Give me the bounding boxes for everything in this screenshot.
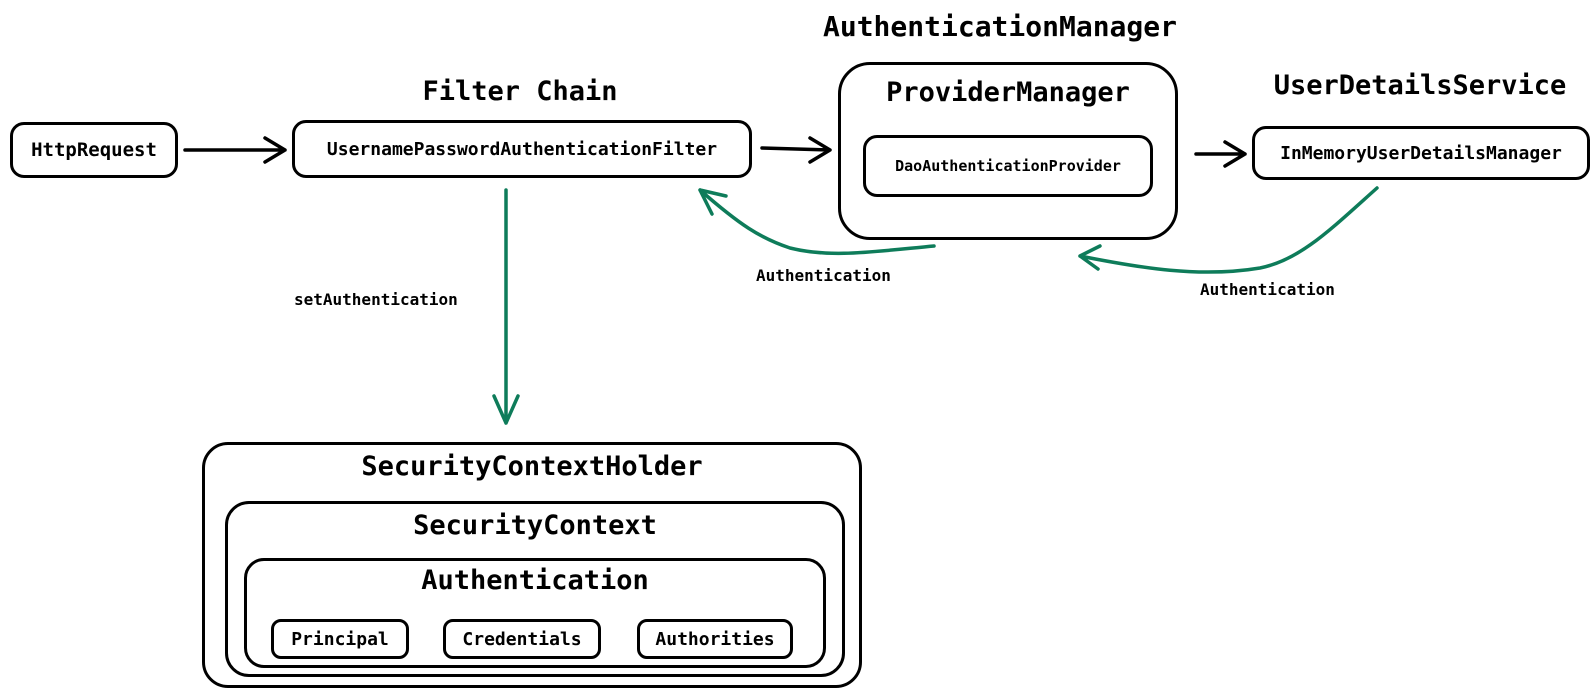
credentials-label: Credentials	[462, 628, 582, 650]
filter-label: UsernamePasswordAuthenticationFilter	[326, 138, 718, 160]
filter-chain-title: Filter Chain	[422, 76, 618, 107]
arrow-set-authentication	[492, 188, 520, 425]
user-details-service-title: UserDetailsService	[1273, 70, 1567, 101]
security-context-label: SecurityContext	[413, 510, 657, 541]
authentication-node: Authentication Principal Credentials Aut…	[244, 558, 826, 668]
arrow-request-to-filter	[183, 136, 287, 164]
credentials-node: Credentials	[443, 619, 601, 659]
in-memory-manager-node: InMemoryUserDetailsManager	[1252, 126, 1590, 180]
authorities-node: Authorities	[637, 619, 793, 659]
in-memory-manager-label: InMemoryUserDetailsManager	[1280, 142, 1562, 164]
auth-return-label-2: Authentication	[1200, 280, 1335, 299]
authentication-label: Authentication	[421, 565, 649, 596]
security-context-node: SecurityContext Authentication Principal…	[225, 501, 845, 677]
dao-provider-label: DaoAuthenticationProvider	[895, 157, 1121, 175]
principal-node: Principal	[271, 619, 409, 659]
dao-provider-node: DaoAuthenticationProvider	[863, 135, 1153, 197]
http-request-node: HttpRequest	[10, 122, 178, 178]
principal-label: Principal	[291, 628, 389, 650]
security-context-holder-label: SecurityContextHolder	[361, 451, 703, 482]
arrow-provider-to-userdetails	[1194, 140, 1247, 168]
security-context-holder-node: SecurityContextHolder SecurityContext Au…	[202, 442, 862, 688]
set-authentication-label: setAuthentication	[294, 290, 458, 309]
authentication-manager-title: AuthenticationManager	[822, 10, 1177, 43]
username-password-filter-node: UsernamePasswordAuthenticationFilter	[292, 120, 752, 178]
provider-manager-node: ProviderManager DaoAuthenticationProvide…	[838, 62, 1178, 240]
authorities-label: Authorities	[655, 628, 775, 650]
auth-return-label-1: Authentication	[756, 266, 891, 285]
http-request-label: HttpRequest	[31, 139, 157, 161]
arrow-filter-to-provider-manager	[760, 136, 832, 164]
provider-manager-label: ProviderManager	[886, 77, 1130, 108]
